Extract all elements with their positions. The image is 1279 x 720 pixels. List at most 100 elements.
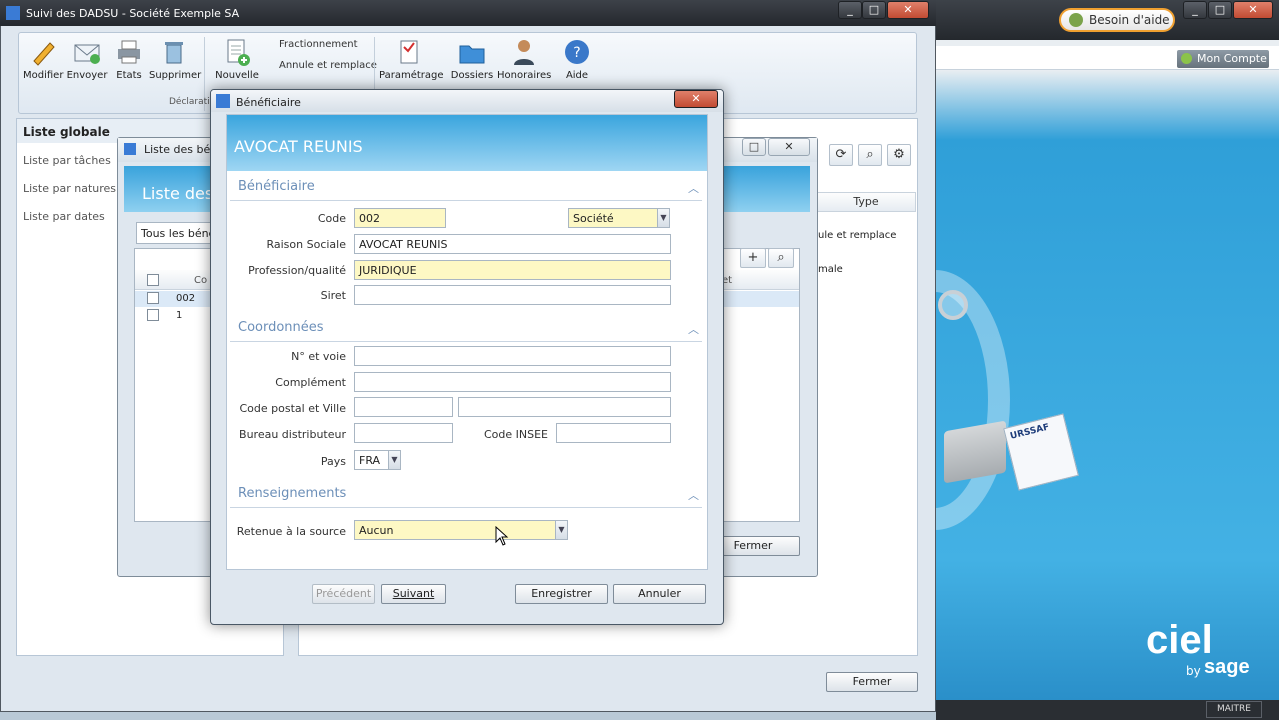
account-label: Mon Compte: [1197, 52, 1267, 65]
bureau-field[interactable]: [354, 423, 453, 443]
complement-field[interactable]: [354, 372, 671, 392]
code-label: Code: [317, 212, 346, 225]
parametrage-button[interactable]: Paramétrage: [379, 37, 444, 81]
city-field[interactable]: [458, 397, 671, 417]
list-maximize-button[interactable]: □: [742, 138, 766, 156]
dialog-banner-title: AVOCAT REUNIS: [234, 137, 363, 156]
insee-label: Code INSEE: [483, 428, 548, 441]
main-close-button[interactable]: ✕: [887, 1, 929, 19]
suivant-button[interactable]: Suivant: [381, 584, 446, 604]
list-close-button[interactable]: ✕: [768, 138, 810, 156]
type-select[interactable]: Société: [568, 208, 670, 228]
svg-text:?: ?: [573, 45, 580, 61]
etats-button[interactable]: Etats: [111, 37, 147, 81]
refresh-button[interactable]: ⟳: [829, 144, 853, 166]
section-coordonnees: Coordonnées: [238, 320, 324, 335]
declaration-group-label: Déclarati: [169, 97, 210, 107]
ciel-logo: ciel: [1146, 618, 1213, 662]
section-beneficiaire: Bénéficiaire: [238, 179, 315, 194]
account-button[interactable]: Mon Compte: [1177, 50, 1269, 68]
table-cell: male: [818, 264, 843, 275]
collapse-chevron-icon[interactable]: ︿: [688, 180, 699, 196]
status-user: MAITRE: [1206, 701, 1262, 718]
dialog-icon: [216, 94, 230, 108]
help-icon: [1069, 13, 1083, 27]
mouse-cursor-icon: [495, 526, 509, 546]
envoyer-button[interactable]: Envoyer: [65, 37, 109, 81]
dossiers-button[interactable]: Dossiers: [449, 37, 495, 81]
sidebar-item-liste-dates[interactable]: Liste par dates: [23, 210, 105, 223]
bureau-label: Bureau distributeur: [239, 428, 346, 441]
dialog-close-button[interactable]: ✕: [674, 90, 718, 108]
help-button[interactable]: Besoin d'aide: [1059, 8, 1175, 32]
app-icon: [6, 6, 20, 20]
postal-code-field[interactable]: [354, 397, 453, 417]
sage-logo: sage: [1204, 656, 1250, 678]
sidebar-item-liste-natures[interactable]: Liste par natures: [23, 182, 116, 195]
voie-field[interactable]: [354, 346, 671, 366]
siret-field[interactable]: [354, 285, 671, 305]
calculator-icon: [944, 420, 1006, 484]
precedent-button[interactable]: Précédent: [312, 584, 375, 604]
profession-field[interactable]: JURIDIQUE: [354, 260, 671, 280]
row-checkbox[interactable]: [147, 309, 159, 321]
sidebar-item-liste-globale[interactable]: Liste globale: [23, 125, 110, 139]
code-field[interactable]: 002: [354, 208, 446, 228]
honoraires-button[interactable]: Honoraires: [497, 37, 551, 81]
section-renseignements: Renseignements: [238, 486, 347, 501]
trash-icon: [165, 42, 183, 64]
select-all-checkbox[interactable]: [147, 274, 159, 286]
collapse-chevron-icon[interactable]: ︿: [688, 487, 699, 503]
folder-icon: [459, 45, 485, 64]
logo-by: by: [1186, 664, 1201, 678]
table-cell: ule et remplace: [818, 230, 897, 241]
annule-remplace-link[interactable]: Annule et remplace: [279, 60, 377, 71]
outer-maximize-button[interactable]: □: [1208, 1, 1232, 19]
retenue-dropdown-arrow[interactable]: ▼: [555, 521, 567, 539]
cp-ville-label: Code postal et Ville: [239, 402, 346, 415]
main-minimize-button[interactable]: _: [838, 1, 862, 19]
type-column-header: Type: [816, 192, 916, 212]
urssaf-label: URSSAF: [1009, 422, 1051, 442]
search-button[interactable]: ⌕: [858, 144, 882, 166]
enregistrer-button[interactable]: Enregistrer: [515, 584, 608, 604]
annuler-button[interactable]: Annuler: [613, 584, 706, 604]
section-divider: [230, 200, 702, 201]
section-divider: [230, 507, 702, 508]
new-document-icon: [227, 39, 250, 66]
list-banner-title: Liste des: [142, 184, 214, 203]
fractionnement-link[interactable]: Fractionnement: [279, 39, 358, 50]
section-divider: [230, 341, 702, 342]
list-add-button[interactable]: +: [740, 248, 766, 268]
complement-label: Complément: [275, 376, 346, 389]
main-maximize-button[interactable]: □: [862, 1, 886, 19]
sidebar-item-liste-taches[interactable]: Liste par tâches: [23, 154, 111, 167]
raison-sociale-field[interactable]: AVOCAT REUNIS: [354, 234, 671, 254]
main-window-title: Suivi des DADSU - Société Exemple SA: [26, 7, 240, 20]
pays-dropdown-arrow[interactable]: ▼: [388, 451, 400, 469]
main-close-fermer-button[interactable]: Fermer: [826, 672, 918, 692]
modifier-button[interactable]: Modifier: [23, 37, 63, 81]
account-icon: [1181, 53, 1192, 64]
outer-minimize-button[interactable]: _: [1183, 1, 1207, 19]
help-label: Besoin d'aide: [1089, 13, 1170, 27]
pencil-icon: [33, 42, 55, 66]
gear-button[interactable]: ⚙: [887, 144, 911, 166]
row-checkbox[interactable]: [147, 292, 159, 304]
collapse-chevron-icon[interactable]: ︿: [688, 321, 699, 337]
outer-close-button[interactable]: ✕: [1233, 1, 1273, 19]
retenue-select[interactable]: Aucun: [354, 520, 568, 540]
nouvelle-button[interactable]: Nouvelle: [213, 37, 261, 81]
profession-label: Profession/qualité: [248, 264, 346, 277]
settings-document-icon: [400, 40, 418, 64]
supprimer-button[interactable]: Supprimer: [149, 37, 201, 81]
dialog-title: Bénéficiaire: [236, 96, 301, 109]
type-dropdown-arrow[interactable]: ▼: [657, 209, 669, 227]
list-window-icon: [124, 143, 136, 155]
magnifier-icon: [938, 290, 968, 320]
insee-field[interactable]: [556, 423, 671, 443]
person-icon: [514, 40, 534, 65]
list-search-button[interactable]: ⌕: [768, 248, 794, 268]
retenue-label: Retenue à la source: [236, 525, 346, 538]
aide-button[interactable]: ? Aide: [559, 37, 595, 81]
